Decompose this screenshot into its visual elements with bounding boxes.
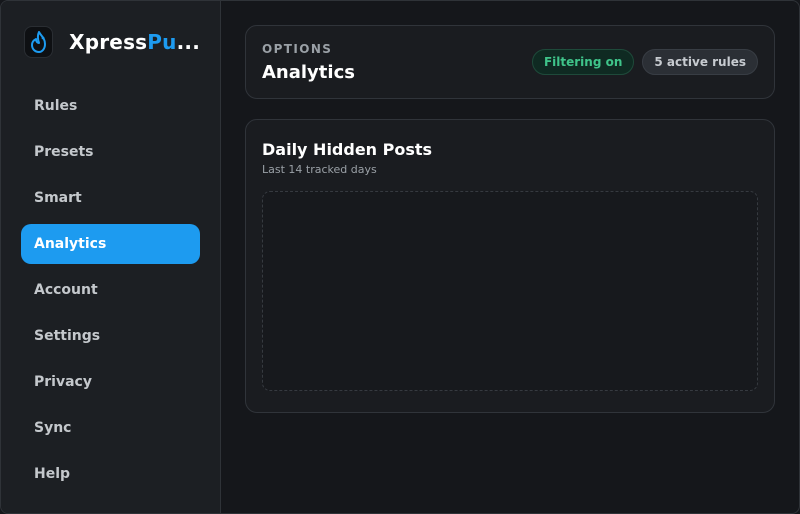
app-window: XpressPu... Rules Presets Smart Analytic…: [0, 0, 800, 514]
page-title: Analytics: [262, 61, 355, 83]
sidebar-item-label: Sync: [34, 420, 72, 436]
sidebar-item-label: Privacy: [34, 374, 92, 390]
filtering-status-badge: Filtering on: [531, 49, 635, 75]
daily-hidden-posts-panel: Daily Hidden Posts Last 14 tracked days: [245, 119, 775, 413]
sidebar-item-smart[interactable]: Smart: [21, 178, 200, 218]
sidebar-item-label: Settings: [34, 328, 101, 344]
sidebar-item-account[interactable]: Account: [21, 270, 200, 310]
header-badges: Filtering on 5 active rules: [531, 49, 758, 75]
panel-title: Daily Hidden Posts: [262, 140, 433, 159]
main-content: OPTIONS Analytics Filtering on 5 active …: [221, 1, 799, 513]
sidebar-item-settings[interactable]: Settings: [21, 316, 200, 356]
sidebar-item-presets[interactable]: Presets: [21, 132, 200, 172]
active-rules-badge: 5 active rules: [642, 49, 758, 75]
brand-name: XpressPu...: [69, 30, 200, 54]
sidebar-item-privacy[interactable]: Privacy: [21, 362, 200, 402]
sidebar-item-analytics[interactable]: Analytics: [21, 224, 200, 264]
sidebar-item-help[interactable]: Help: [21, 454, 200, 494]
page-header: OPTIONS Analytics Filtering on 5 active …: [245, 25, 775, 99]
sidebar-item-sync[interactable]: Sync: [21, 408, 200, 448]
brand: XpressPu...: [21, 1, 200, 83]
sidebar-item-label: Presets: [34, 144, 94, 160]
sidebar-item-label: Help: [34, 466, 71, 482]
panel-subtitle: Last 14 tracked days: [262, 163, 377, 176]
header-titles: OPTIONS Analytics: [262, 42, 355, 83]
sidebar-item-label: Account: [34, 282, 98, 298]
chart-placeholder: [262, 191, 758, 391]
sidebar: XpressPu... Rules Presets Smart Analytic…: [1, 1, 221, 513]
sidebar-item-label: Smart: [34, 190, 82, 206]
page-eyebrow: OPTIONS: [262, 41, 333, 56]
sidebar-nav: Rules Presets Smart Analytics Account Se…: [21, 86, 200, 494]
sidebar-item-rules[interactable]: Rules: [21, 86, 200, 126]
sidebar-item-label: Rules: [34, 98, 78, 114]
flame-icon: [24, 26, 54, 58]
sidebar-item-label: Analytics: [34, 236, 107, 252]
